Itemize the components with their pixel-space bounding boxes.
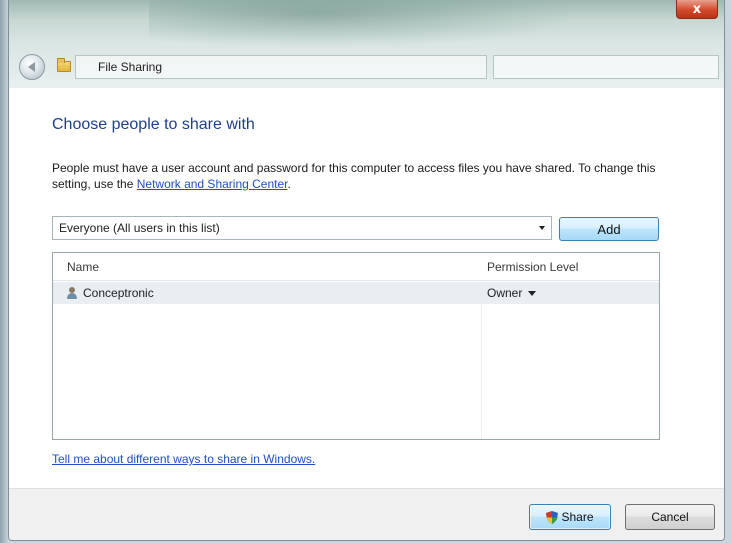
breadcrumb[interactable]: File Sharing <box>75 55 487 79</box>
uac-shield-icon <box>546 510 559 524</box>
window-shadow-edge <box>0 0 8 543</box>
share-label: Share <box>561 510 594 524</box>
user-icon <box>67 287 77 299</box>
network-sharing-center-link[interactable]: Network and Sharing Center <box>137 177 288 191</box>
people-picker-value: Everyone (All users in this list) <box>59 221 220 235</box>
folder-icon <box>57 58 71 72</box>
table-row[interactable]: Conceptronic Owner <box>53 282 659 304</box>
window-title: File Sharing <box>98 60 163 74</box>
share-button[interactable]: Share <box>529 504 611 530</box>
help-link[interactable]: Tell me about different ways to share in… <box>52 452 315 466</box>
back-arrow-icon[interactable] <box>19 54 45 80</box>
people-picker-combo[interactable]: Everyone (All users in this list) <box>52 216 552 240</box>
permission-value: Owner <box>487 286 523 300</box>
dialog-footer: Share Cancel <box>9 488 724 540</box>
permission-dropdown[interactable]: Owner <box>487 286 537 300</box>
column-header-permission[interactable]: Permission Level <box>487 260 578 274</box>
close-icon: x <box>692 1 702 17</box>
row-user-name: Conceptronic <box>83 286 154 300</box>
page-title: Choose people to share with <box>52 116 255 133</box>
add-button[interactable]: Add <box>559 217 659 241</box>
column-divider <box>481 281 482 439</box>
address-bar: File Sharing <box>9 46 724 88</box>
file-sharing-dialog: x File Sharing Choose people to share wi… <box>8 0 725 541</box>
description-text: People must have a user account and pass… <box>52 160 692 192</box>
share-list-table: Name Permission Level Conceptronic Owner <box>52 252 660 440</box>
caret-down-icon <box>528 291 537 297</box>
close-button[interactable]: x <box>676 0 718 19</box>
search-input[interactable] <box>493 55 719 79</box>
column-header-name[interactable]: Name <box>67 260 99 274</box>
description-suffix: . <box>287 177 291 191</box>
table-header: Name Permission Level <box>53 253 659 281</box>
cancel-button[interactable]: Cancel <box>625 504 715 530</box>
chevron-down-icon[interactable] <box>539 226 545 230</box>
